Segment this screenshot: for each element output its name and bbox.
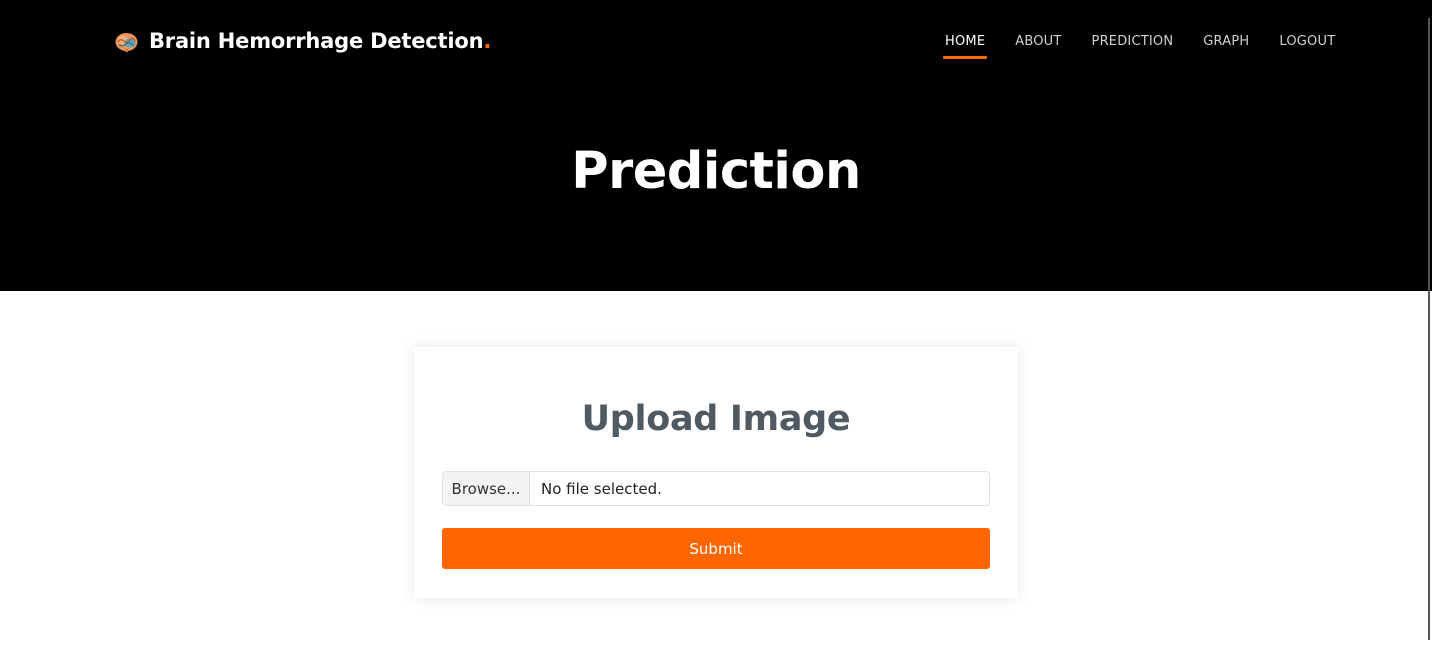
nav-graph[interactable]: GRAPH xyxy=(1203,32,1249,59)
upload-title: Upload Image xyxy=(581,399,851,439)
nav-about[interactable]: ABOUT xyxy=(1015,32,1061,59)
brain-icon xyxy=(114,29,139,54)
nav-logout[interactable]: LOGOUT xyxy=(1279,32,1335,59)
nav-prediction[interactable]: PREDICTION xyxy=(1092,32,1174,59)
hero-banner: Brain Hemorrhage Detection . HOME ABOUT … xyxy=(0,0,1432,291)
scrollbar[interactable] xyxy=(1428,18,1430,640)
browse-button[interactable]: Browse... xyxy=(443,472,530,505)
brand-dot: . xyxy=(483,29,492,53)
brand-title: Brain Hemorrhage Detection xyxy=(149,29,484,53)
upload-card: Upload Image Browse... No file selected.… xyxy=(414,347,1018,598)
nav-home[interactable]: HOME xyxy=(942,32,988,59)
file-status: No file selected. xyxy=(541,479,662,498)
page-title: Prediction xyxy=(571,142,861,201)
main-nav: HOME ABOUT PREDICTION GRAPH LOGOUT xyxy=(930,32,1350,59)
brand-logo[interactable]: Brain Hemorrhage Detection . xyxy=(114,27,491,55)
submit-button[interactable]: Submit xyxy=(442,528,990,569)
file-input[interactable]: Browse... No file selected. xyxy=(442,471,990,506)
